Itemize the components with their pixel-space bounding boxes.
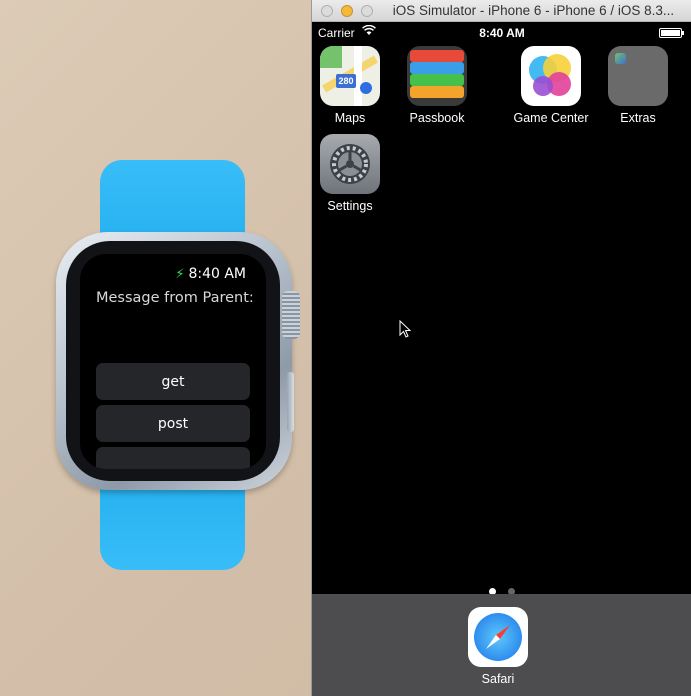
maps-icon: 280 (320, 46, 380, 106)
folder-icon (608, 46, 668, 106)
app-settings[interactable]: Settings (310, 134, 390, 213)
app-label-game-center: Game Center (513, 111, 589, 125)
app-label-settings: Settings (327, 199, 373, 213)
minimize-window-button[interactable] (341, 5, 353, 17)
window-titlebar[interactable]: iOS Simulator - iPhone 6 - iPhone 6 / iO… (312, 0, 691, 22)
passbook-icon (407, 46, 467, 106)
safari-icon (468, 607, 528, 667)
watch-side-button[interactable] (287, 372, 294, 432)
app-label-passbook: Passbook (409, 111, 465, 125)
digital-crown[interactable] (282, 291, 300, 339)
app-label-extras: Extras (620, 111, 656, 125)
app-maps[interactable]: 280 Maps (310, 46, 390, 125)
zoom-window-button[interactable] (361, 5, 373, 17)
message-label: Message from Parent: (96, 290, 254, 306)
mouse-cursor-icon (399, 320, 411, 338)
charging-icon: ⚡ (175, 266, 185, 282)
app-game-center[interactable]: Game Center (511, 46, 591, 125)
battery-icon (659, 28, 684, 38)
settings-icon (320, 134, 380, 194)
watch-screen: ⚡ 8:40 AM Message from Parent: get post (80, 254, 266, 469)
app-label-maps: Maps (334, 111, 366, 125)
ios-status-bar: Carrier 8:40 AM (312, 23, 691, 43)
app-passbook[interactable]: Passbook (397, 46, 477, 125)
third-button[interactable] (96, 447, 250, 469)
status-time: 8:40 AM (479, 26, 525, 40)
simulator-window: iOS Simulator - iPhone 6 - iPhone 6 / iO… (311, 0, 691, 696)
close-window-button[interactable] (321, 5, 333, 17)
app-extras-folder[interactable]: Extras (598, 46, 678, 125)
window-title: iOS Simulator - iPhone 6 - iPhone 6 / iO… (392, 3, 675, 18)
dock: Safari (312, 594, 691, 696)
watch-time: 8:40 AM (188, 266, 246, 282)
game-center-icon (521, 46, 581, 106)
route-badge: 280 (336, 74, 356, 88)
post-button[interactable]: post (96, 405, 250, 442)
get-button[interactable]: get (96, 363, 250, 400)
app-label-safari: Safari (481, 672, 515, 686)
app-safari[interactable]: Safari (458, 607, 538, 686)
watch-status-bar: ⚡ 8:40 AM (175, 266, 246, 282)
